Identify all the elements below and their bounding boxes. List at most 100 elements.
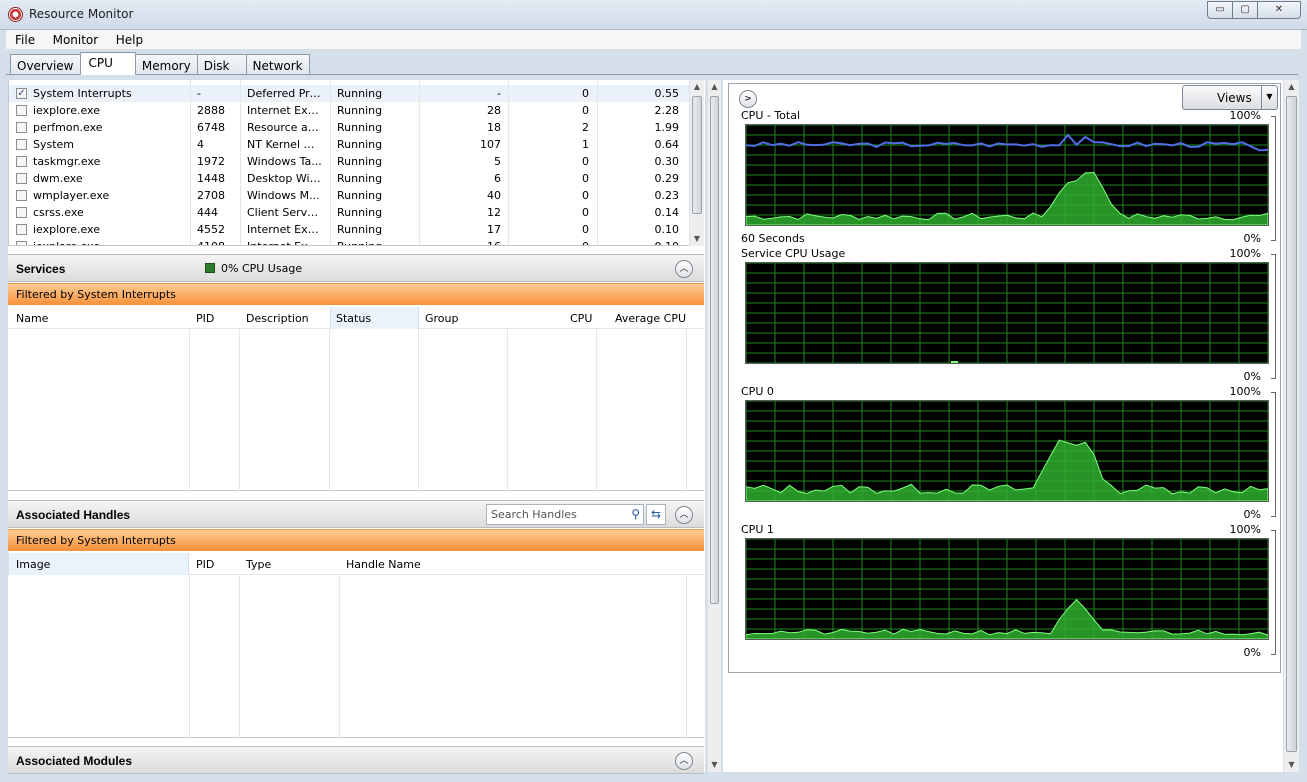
process-average-cpu: 0.55 <box>654 87 680 100</box>
tab-disk[interactable]: Disk <box>196 54 247 75</box>
menu-file[interactable]: File <box>6 30 40 47</box>
process-threads: 28 <box>487 104 501 117</box>
window-scrollbar[interactable]: ▲ ▼ <box>1283 80 1299 772</box>
process-row[interactable]: taskmgr.exe 1972 Windows Ta... Running 5 0 0.3… <box>9 153 695 170</box>
process-name: csrss.exe <box>33 206 84 219</box>
refresh-icon[interactable]: ⇆ <box>646 504 666 525</box>
handles-header[interactable]: Associated Handles Search Handles ⚲ ⇆ ︿ <box>8 500 704 528</box>
process-pid: 1972 <box>197 155 225 168</box>
scroll-down-arrow[interactable]: ▼ <box>1284 758 1299 772</box>
tab-cpu[interactable]: CPU <box>79 52 136 75</box>
scroll-up-arrow[interactable]: ▲ <box>690 80 704 94</box>
services-list <box>8 329 704 491</box>
scroll-down-arrow[interactable]: ▼ <box>690 232 704 246</box>
menu-help[interactable]: Help <box>107 30 148 47</box>
handles-column-header: Image PID Type Handle Name <box>8 553 704 575</box>
col-pid[interactable]: PID <box>196 558 214 571</box>
scroll-up-arrow[interactable]: ▲ <box>1284 80 1299 94</box>
process-checkbox[interactable] <box>16 122 27 133</box>
col-description[interactable]: Description <box>246 312 309 325</box>
process-row[interactable]: System 4 NT Kernel & ... Running 107 1 0.64 <box>9 136 695 153</box>
scroll-thumb[interactable] <box>692 96 702 214</box>
maximize-button[interactable]: ▢ <box>1232 1 1258 19</box>
process-threads: 16 <box>487 240 501 245</box>
graph-scale-bracket <box>1271 392 1276 517</box>
resource-monitor-icon <box>8 7 23 22</box>
col-group[interactable]: Group <box>425 312 459 325</box>
graph-canvas <box>746 401 1268 501</box>
process-row[interactable]: dwm.exe 1448 Desktop Win... Running 6 0 0.29 <box>9 170 695 187</box>
process-row[interactable]: ✓ System Interrupts - Deferred Pro... Runnin… <box>9 85 695 102</box>
graph-scale-bracket <box>1271 530 1276 655</box>
graph-canvas <box>746 263 1268 363</box>
col-cpu[interactable]: CPU <box>570 312 592 325</box>
process-checkbox[interactable]: ✓ <box>16 88 27 99</box>
process-average-cpu: 0.23 <box>654 189 680 202</box>
process-checkbox[interactable] <box>16 156 27 167</box>
col-pid[interactable]: PID <box>196 312 214 325</box>
tab-network[interactable]: Network <box>245 54 310 75</box>
col-handle-name[interactable]: Handle Name <box>346 558 421 571</box>
process-pid: 2888 <box>197 104 225 117</box>
minimize-button[interactable]: ▭ <box>1207 1 1233 19</box>
scroll-up-arrow[interactable]: ▲ <box>708 80 721 94</box>
process-checkbox[interactable] <box>16 105 27 116</box>
views-button[interactable]: Views ▼ <box>1182 85 1278 110</box>
process-checkbox[interactable] <box>16 207 27 218</box>
collapse-modules-button[interactable]: ︿ <box>675 752 693 770</box>
process-checkbox[interactable] <box>16 190 27 201</box>
process-row[interactable]: csrss.exe 444 Client Server ... Running 12 0 0… <box>9 204 695 221</box>
process-description: Client Server ... <box>247 206 323 219</box>
processes-scrollbar[interactable]: ▲ ▼ <box>689 80 704 246</box>
col-type[interactable]: Type <box>246 558 271 571</box>
scroll-down-arrow[interactable]: ▼ <box>708 758 721 772</box>
process-pid: - <box>197 87 201 100</box>
process-row[interactable]: iexplore.exe 2888 Internet Expl... Running 2… <box>9 102 695 119</box>
col-status[interactable]: Status <box>336 312 371 325</box>
scroll-thumb[interactable] <box>1286 96 1297 752</box>
left-panel: ✓ System Interrupts - Deferred Pro... Runnin… <box>8 80 705 774</box>
process-cpu: 0 <box>582 155 589 168</box>
scroll-thumb[interactable] <box>710 96 719 604</box>
tab-overview[interactable]: Overview <box>10 54 81 75</box>
tab-memory[interactable]: Memory <box>134 54 198 75</box>
graph-title: CPU 0 <box>741 385 774 398</box>
col-average-cpu[interactable]: Average CPU <box>615 312 686 325</box>
expand-panel-button[interactable]: > <box>739 90 757 108</box>
menu-monitor[interactable]: Monitor <box>44 30 104 47</box>
process-row[interactable]: perfmon.exe 6748 Resource an... Running 18 2 1… <box>9 119 695 136</box>
tab-strip: Overview CPU Memory Disk Network <box>10 52 310 75</box>
process-checkbox[interactable] <box>16 224 27 235</box>
process-cpu: 1 <box>582 138 589 151</box>
collapse-services-button[interactable]: ︿ <box>675 260 693 278</box>
process-row[interactable]: wmplayer.exe 2708 Windows M... Running 40 0 0.… <box>9 187 695 204</box>
close-button[interactable]: ✕ <box>1257 1 1301 19</box>
process-threads: 18 <box>487 121 501 134</box>
process-row[interactable]: iexplore.exe 4552 Internet Expl... Running 1… <box>9 221 695 238</box>
search-handles-input[interactable]: Search Handles ⚲ <box>486 504 644 525</box>
process-checkbox[interactable] <box>16 173 27 184</box>
graph-min-label: 0% <box>1243 646 1261 659</box>
services-cpu-usage: 0% CPU Usage <box>221 262 303 275</box>
modules-header[interactable]: Associated Modules ︿ <box>8 746 704 774</box>
process-average-cpu: 0.29 <box>654 172 680 185</box>
process-checkbox[interactable] <box>16 139 27 150</box>
process-status: Running <box>337 138 383 151</box>
process-name: taskmgr.exe <box>33 155 101 168</box>
process-checkbox[interactable] <box>16 241 27 245</box>
views-dropdown-arrow[interactable]: ▼ <box>1261 86 1277 109</box>
process-cpu: 2 <box>582 121 589 134</box>
process-description: Internet Expl... <box>247 104 323 117</box>
process-description: Windows M... <box>247 189 320 202</box>
process-status: Running <box>337 155 383 168</box>
left-outer-scrollbar[interactable]: ▲ ▼ <box>707 80 721 772</box>
panel-splitter[interactable]: ▲ ▼ <box>707 80 721 772</box>
graph-max-label: 100% <box>1229 385 1261 398</box>
search-icon[interactable]: ⚲ <box>631 507 640 521</box>
col-name[interactable]: Name <box>16 312 48 325</box>
process-pid: 4552 <box>197 223 225 236</box>
col-image[interactable]: Image <box>16 558 50 571</box>
services-header[interactable]: Services 0% CPU Usage ︿ <box>8 254 704 282</box>
process-row[interactable]: iexplore.exe 4108 Internet Expl... Running 1… <box>9 238 695 245</box>
collapse-handles-button[interactable]: ︿ <box>675 506 693 524</box>
